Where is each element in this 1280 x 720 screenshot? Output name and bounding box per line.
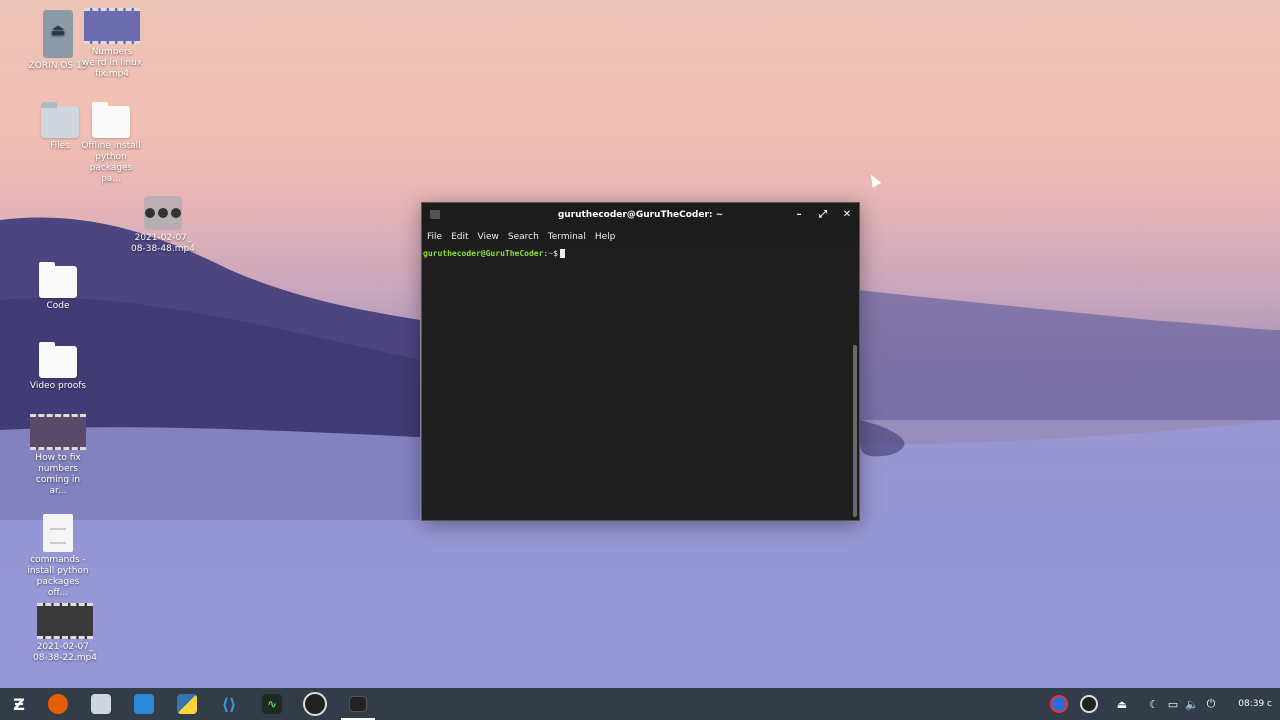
- vscode-button[interactable]: ⟨⟩: [214, 688, 244, 720]
- desktop-icon-code[interactable]: Code: [26, 262, 90, 312]
- menu-terminal[interactable]: Terminal: [548, 232, 592, 242]
- desktop-icon-offline-install[interactable]: Offline install python packages pa...: [79, 102, 143, 185]
- menu-help[interactable]: Help: [595, 232, 622, 242]
- menu-file[interactable]: File: [427, 232, 448, 242]
- terminal-icon: [430, 210, 440, 219]
- video-file-icon: [30, 414, 86, 450]
- desktop-icon-label: Video proofs: [29, 381, 87, 391]
- display-icon: ▭: [1167, 697, 1179, 711]
- eject-icon: ⏏: [1116, 697, 1128, 711]
- desktop-icon-label: 2021-02-07_ 08-38-22.mp4: [33, 642, 97, 663]
- vscode-icon: ⟨⟩: [221, 694, 237, 714]
- update-notifier-icon: [1050, 695, 1068, 713]
- desktop-icon-label: Offline install python packages pa...: [81, 141, 141, 184]
- night-light-icon: ☾: [1149, 697, 1159, 711]
- drive-icon: [43, 10, 73, 58]
- maximize-icon: ⤢: [819, 209, 827, 220]
- volume-button[interactable]: 🔈: [1184, 688, 1200, 720]
- video-file-icon: [144, 196, 182, 230]
- close-icon: ✕: [842, 209, 852, 220]
- files-icon: [91, 694, 111, 714]
- zorin-menu-button[interactable]: Ƶ: [4, 688, 34, 720]
- terminal-title: guruthecoder@GuruTheCoder: ~: [557, 210, 724, 220]
- folder-icon: [39, 262, 77, 298]
- desktop-icon-recording-0848[interactable]: 2021-02-07_ 08-38-48.mp4: [131, 196, 195, 255]
- document-icon: [43, 514, 73, 552]
- desktop-icon-recording-0838[interactable]: 2021-02-07_ 08-38-22.mp4: [33, 603, 97, 664]
- files-folder-icon: [41, 102, 79, 138]
- menu-search[interactable]: Search: [508, 232, 545, 242]
- update-notifier-button[interactable]: [1050, 688, 1068, 720]
- terminal-taskbar-button[interactable]: [341, 688, 375, 720]
- folder-icon: [39, 342, 77, 378]
- night-light-button[interactable]: ☾: [1146, 688, 1162, 720]
- obs-icon: [303, 692, 327, 716]
- desktop-icon-label: commands - install python packages off..…: [27, 555, 89, 598]
- text-cursor: [559, 249, 565, 258]
- obs-button[interactable]: [300, 688, 330, 720]
- power-button[interactable]: ⏻: [1203, 688, 1219, 720]
- maximize-button[interactable]: ⤢: [813, 203, 833, 227]
- desktop-icon-label: 2021-02-07_ 08-38-48.mp4: [131, 233, 195, 254]
- zorin-menu-icon: Ƶ: [13, 694, 25, 714]
- system-monitor-button[interactable]: ∿: [257, 688, 287, 720]
- close-button[interactable]: ✕: [837, 203, 857, 227]
- volume-icon: 🔈: [1185, 697, 1199, 711]
- firefox-button[interactable]: [43, 688, 73, 720]
- menu-edit[interactable]: Edit: [451, 232, 474, 242]
- desktop-icon-label: How to fix numbers coming in ar...: [35, 453, 81, 496]
- system-monitor-icon: ∿: [262, 694, 282, 714]
- desktop-icon-label: Code: [46, 301, 70, 311]
- display-button[interactable]: ▭: [1165, 688, 1181, 720]
- desktop-icon-commands-doc[interactable]: commands - install python packages off..…: [26, 514, 90, 599]
- prompt-symbol: $: [553, 249, 558, 258]
- clock[interactable]: 08:39 ϲ: [1238, 688, 1272, 720]
- obs-tray-button[interactable]: [1080, 688, 1098, 720]
- desktop-icon-how-to-fix[interactable]: How to fix numbers coming in ar...: [26, 414, 90, 497]
- files-button[interactable]: [86, 688, 116, 720]
- terminal-output[interactable]: guruthecoder@GuruTheCoder:~$: [422, 247, 859, 260]
- desktop-icon-video-numbers-fix[interactable]: Numbers weird in linux fix.mp4: [80, 8, 144, 80]
- python-icon: [177, 694, 197, 714]
- python-button[interactable]: [172, 688, 202, 720]
- video-file-icon: [84, 8, 140, 44]
- terminal-titlebar[interactable]: guruthecoder@GuruTheCoder: ~ – ⤢ ✕: [422, 203, 859, 227]
- minimize-button[interactable]: –: [789, 203, 809, 227]
- eject-button[interactable]: ⏏: [1114, 688, 1130, 720]
- desktop-icon-label: Numbers weird in linux fix.mp4: [81, 47, 143, 79]
- video-file-icon: [37, 603, 93, 639]
- taskbar: Ƶ ⟨⟩ ∿ ⏏ ☾ ▭ 🔈 ⏻ 08:39 ϲ: [0, 688, 1280, 720]
- prompt-user: guruthecoder@GuruTheCoder: [423, 249, 544, 258]
- desktop-icon-video-proofs[interactable]: Video proofs: [26, 342, 90, 392]
- software-store-button[interactable]: [129, 688, 159, 720]
- menu-view[interactable]: View: [478, 232, 505, 242]
- power-icon: ⏻: [1206, 697, 1216, 710]
- minimize-icon: –: [796, 209, 802, 220]
- obs-tray-icon: [1080, 695, 1098, 713]
- terminal-menubar: File Edit View Search Terminal Help: [422, 227, 859, 247]
- terminal-icon: [349, 696, 367, 712]
- terminal-scrollbar[interactable]: [853, 345, 857, 517]
- folder-icon: [92, 102, 130, 138]
- terminal-window[interactable]: guruthecoder@GuruTheCoder: ~ – ⤢ ✕ File …: [421, 202, 860, 521]
- software-store-icon: [134, 694, 154, 714]
- firefox-icon: [48, 694, 68, 714]
